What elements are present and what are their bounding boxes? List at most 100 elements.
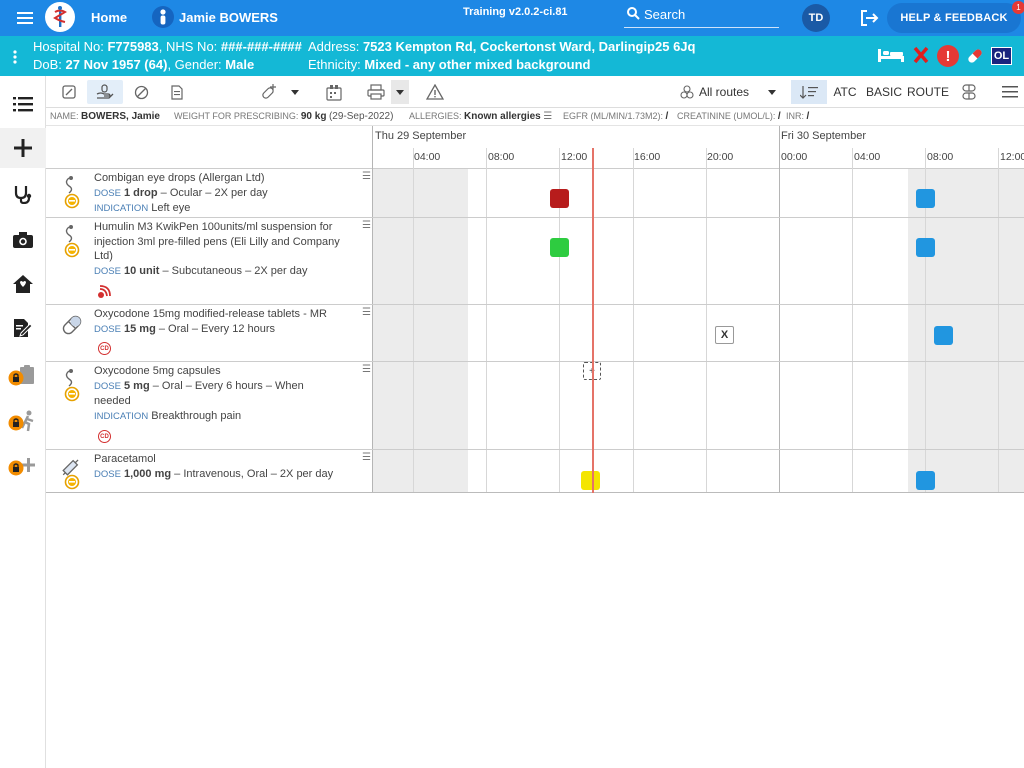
edit-chart-icon[interactable] (58, 80, 80, 104)
document-icon[interactable] (166, 80, 188, 104)
medication-row[interactable]: Oxycodone 5mg capsules DOSE 5 mg – Oral … (46, 362, 1024, 450)
alert-warning-icon[interactable]: ! (937, 45, 959, 67)
medication-row[interactable]: Oxycodone 15mg modified-release tablets … (46, 305, 1024, 362)
egfr-label: EGFR (ML/MIN/1.73M2): (563, 111, 664, 121)
search-input[interactable]: Search (644, 7, 685, 22)
nav-home-care-icon[interactable] (0, 264, 46, 304)
layout-toggle-icon[interactable] (958, 80, 980, 104)
print-dropdown-icon[interactable] (391, 80, 409, 104)
toolbar-menu-icon[interactable] (999, 80, 1021, 104)
row-menu-icon[interactable]: ☰ (362, 171, 371, 182)
administration-marker[interactable] (550, 189, 569, 208)
administration-marker[interactable] (550, 238, 569, 257)
app-logo-icon[interactable] (45, 2, 75, 32)
dose-value: 5 mg (124, 379, 150, 392)
hour-label: 00:00 (781, 151, 808, 163)
hospital-no: F775983 (107, 39, 159, 54)
patient-line-2: DoB: 27 Nov 1957 (64), Gender: Male (33, 57, 255, 72)
more-vertical-icon[interactable] (9, 48, 21, 66)
nav-camera-icon[interactable] (0, 220, 46, 260)
dose-value: 1 drop (124, 186, 158, 199)
dose-label: DOSE (94, 187, 121, 199)
add-medication-dropdown-icon[interactable] (288, 80, 302, 104)
row-menu-icon[interactable]: ☰ (362, 452, 371, 463)
nav-stethoscope-icon[interactable] (0, 174, 46, 214)
ol-badge[interactable]: OL (991, 47, 1012, 65)
print-icon[interactable] (364, 80, 388, 104)
creatinine-field: CREATININE (UMOL/L): / (677, 111, 781, 122)
weight-value: 90 kg (300, 111, 327, 122)
bed-icon[interactable] (876, 45, 906, 65)
weight-field: WEIGHT FOR PRESCRIBING: 90 kg (29-Sep-20… (174, 111, 393, 122)
allergies-field[interactable]: ALLERGIES: Known allergies ☰ (409, 111, 552, 122)
day-label-thu: Thu 29 September (375, 130, 467, 142)
weight-label: WEIGHT FOR PRESCRIBING: (174, 111, 299, 121)
syringe-icon (60, 456, 82, 495)
administration-marker[interactable] (581, 471, 600, 490)
controlled-drug-badge: CD (98, 430, 111, 443)
hour-label: 08:00 (488, 151, 515, 163)
dose-value: 1,000 mg (124, 467, 172, 480)
nav-locked-clipboard-icon[interactable] (0, 356, 46, 396)
sort-order-icon[interactable] (791, 80, 827, 104)
add-medication-icon[interactable] (258, 80, 280, 104)
search-icon (627, 7, 640, 25)
menu-icon[interactable] (14, 8, 36, 28)
weight-date: (29-Sep-2022) (328, 111, 394, 122)
injection-icon (60, 224, 82, 263)
dose-detail: – Oral – Every 12 hours (155, 322, 276, 335)
indication-value: Left eye (151, 202, 191, 214)
routes-dropdown-icon[interactable] (764, 80, 780, 104)
dose-detail: – Subcutaneous – 2X per day (159, 264, 308, 277)
calculator-icon[interactable] (323, 80, 345, 104)
row-menu-icon[interactable]: ☰ (362, 364, 371, 375)
nav-document-edit-icon[interactable] (0, 308, 46, 348)
top-bar: Home Jamie BOWERS Training v2.0.2-ci.81 … (0, 0, 1024, 36)
administer-hand-icon[interactable] (87, 80, 123, 104)
patient-line-1: Hospital No: F775983, NHS No: ###-###-##… (33, 39, 302, 54)
day-label-fri: Fri 30 September (781, 130, 866, 142)
search-box[interactable]: Search (624, 4, 779, 28)
row-menu-icon[interactable]: ☰ (362, 220, 371, 231)
nav-add-icon[interactable] (0, 128, 46, 168)
dob-label: DoB: (33, 57, 62, 72)
administration-marker[interactable] (934, 326, 953, 345)
name-label: NAME: (50, 111, 79, 121)
routes-filter-icon (678, 80, 696, 104)
nav-locked-walking-icon[interactable] (0, 401, 46, 441)
hour-label: 12:00 (561, 151, 588, 163)
dose-label: DOSE (94, 380, 121, 392)
missed-dose-marker[interactable]: X (715, 326, 734, 344)
administration-marker[interactable] (916, 238, 935, 257)
nav-locked-add-icon[interactable] (0, 446, 46, 486)
help-feedback-button[interactable]: HELP & FEEDBACK (887, 3, 1021, 33)
atc-view-button[interactable]: ATC (832, 80, 858, 104)
drug-name: Paracetamol (94, 453, 156, 465)
medication-row[interactable]: Humulin M3 KwikPen 100units/ml suspensio… (46, 218, 1024, 305)
creatinine-label: CREATININE (UMOL/L): (677, 111, 776, 121)
ethnicity-label: Ethnicity: (308, 57, 361, 72)
gender-value: Male (225, 57, 255, 72)
home-link[interactable]: Home (91, 10, 127, 25)
medication-row[interactable]: Combigan eye drops (Allergan Ltd) DOSE 1… (46, 169, 1024, 218)
pill-icon[interactable] (964, 45, 986, 67)
dose-label: DOSE (94, 265, 121, 277)
eye-drops-icon (60, 175, 82, 214)
warning-triangle-icon[interactable] (424, 80, 446, 104)
basic-view-button[interactable]: BASIC (866, 80, 902, 104)
nav-list-icon[interactable] (0, 84, 46, 124)
row-menu-icon[interactable]: ☰ (362, 307, 371, 318)
patient-name-header[interactable]: Jamie BOWERS (179, 10, 278, 25)
medication-row[interactable]: Paracetamol DOSE 1,000 mg – Intravenous,… (46, 450, 1024, 493)
patient-ethnicity: Ethnicity: Mixed - any other mixed backg… (308, 57, 590, 72)
cross-alert-icon[interactable] (911, 44, 931, 66)
allergies-menu-icon[interactable]: ☰ (543, 111, 552, 122)
administration-marker[interactable] (916, 189, 935, 208)
signal-alert-icon[interactable] (97, 285, 111, 304)
pill-round-icon[interactable] (130, 80, 152, 104)
user-avatar[interactable]: TD (802, 4, 830, 32)
gender-label: Gender: (174, 57, 222, 72)
logout-icon[interactable] (859, 8, 881, 28)
administration-marker[interactable] (916, 471, 935, 490)
route-view-button[interactable]: ROUTE (907, 80, 949, 104)
